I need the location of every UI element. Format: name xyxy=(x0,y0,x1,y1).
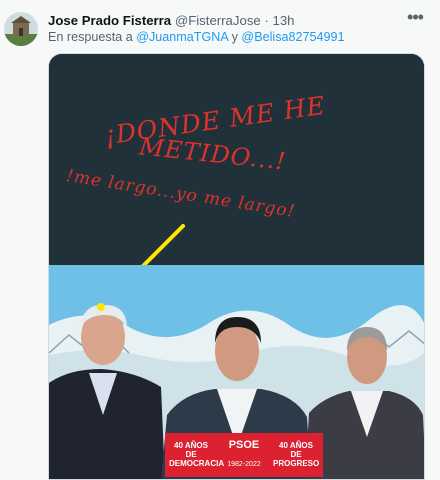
reply-context: En respuesta a @JuanmaTGNA y @Belisa8275… xyxy=(48,29,345,45)
reply-conjunction: y xyxy=(231,30,238,44)
banner-left-text: 40 AÑOS DE DEMOCRACIA xyxy=(169,441,225,468)
banner-left-bottom: DEMOCRACIA xyxy=(169,459,225,468)
tweet-header: Jose Prado Fisterra @FisterraJose · 13h xyxy=(48,12,400,30)
pointer-line xyxy=(141,224,185,265)
mention-link[interactable]: @Belisa82754991 xyxy=(241,30,344,44)
author-handle[interactable]: @FisterraJose xyxy=(175,13,261,28)
reply-prefix: En respuesta a xyxy=(48,30,133,44)
banner-years: 1982-2022 xyxy=(227,461,261,468)
banner-right-text: 40 AÑOS DE PROGRESO xyxy=(273,441,319,468)
tweet-timestamp[interactable]: 13h xyxy=(273,13,295,28)
tweet[interactable]: Jose Prado Fisterra @FisterraJose · 13h … xyxy=(0,0,440,480)
banner-left-top: 40 AÑOS DE xyxy=(174,441,208,459)
tweet-media-image[interactable]: ¡DONDE ME HE METIDO...! !me largo...yo m… xyxy=(48,53,425,480)
meme-caption-area: ¡DONDE ME HE METIDO...! !me largo...yo m… xyxy=(49,54,424,265)
psoe-banner: 40 AÑOS DE DEMOCRACIA PSOE 1982-2022 40 … xyxy=(165,433,323,477)
separator-dot: · xyxy=(264,13,269,28)
author-name[interactable]: Jose Prado Fisterra xyxy=(48,13,171,28)
banner-logo-text: PSOE xyxy=(228,439,260,451)
banner-right-bottom: PROGRESO xyxy=(273,459,320,468)
avatar[interactable] xyxy=(4,12,38,46)
mention-link[interactable]: @JuanmaTGNA xyxy=(136,30,228,44)
banner-right-top: 40 AÑOS DE xyxy=(279,441,313,459)
more-horizontal-icon[interactable]: ••• xyxy=(404,8,426,28)
avatar-image xyxy=(4,12,38,46)
